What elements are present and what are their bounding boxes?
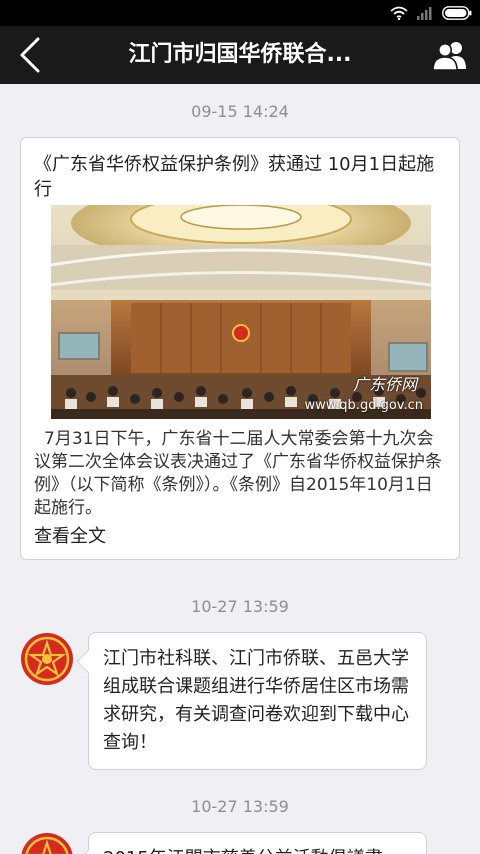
status-bar: [0, 0, 480, 26]
back-button[interactable]: [14, 37, 46, 73]
status-icons: [390, 5, 472, 21]
image-watermark: www.qb.gd.gov.cn: [304, 398, 423, 413]
article-summary: 7月31日下午，广东省十二届人大常委会第十九次会议第二次全体会议表决通过了《广东…: [34, 429, 442, 518]
emblem-icon: [21, 833, 73, 854]
read-more-link[interactable]: 查看全文: [34, 522, 106, 548]
emblem-icon: [21, 633, 73, 685]
timestamp: 10-27 13:59: [191, 597, 289, 616]
article-image[interactable]: 广东侨网 www.qb.gd.gov.cn: [51, 205, 431, 419]
avatar[interactable]: [20, 632, 74, 686]
avatar[interactable]: [20, 832, 74, 854]
nav-bar: 江门市归国华侨联合...: [0, 26, 480, 84]
group-info-button[interactable]: [432, 40, 468, 71]
timestamp: 09-15 14:24: [191, 102, 289, 121]
page-title: 江门市归国华侨联合...: [128, 42, 352, 67]
timestamp: 10-27 13:59: [191, 797, 289, 816]
message-bubble[interactable]: 江门市社科联、江门市侨联、五邑大学组成联合课题组进行华侨居住区市场需求研究，有关…: [88, 632, 427, 770]
article-title[interactable]: 《广东省华侨权益保护条例》获通过 10月1日起施行: [34, 152, 448, 202]
wifi-icon: [390, 6, 408, 20]
group-icon: [432, 42, 466, 71]
article-card[interactable]: 《广东省华侨权益保护条例》获通过 10月1日起施行 广东侨网 www.qb.gd…: [20, 137, 460, 560]
chevron-left-icon: [20, 37, 40, 73]
message-bubble[interactable]: 2015年江門市慈善公益活動倡議書: [88, 832, 427, 854]
battery-icon: [442, 6, 472, 20]
signal-icon: [416, 6, 434, 20]
image-logo-text: 广东侨网: [352, 375, 417, 394]
